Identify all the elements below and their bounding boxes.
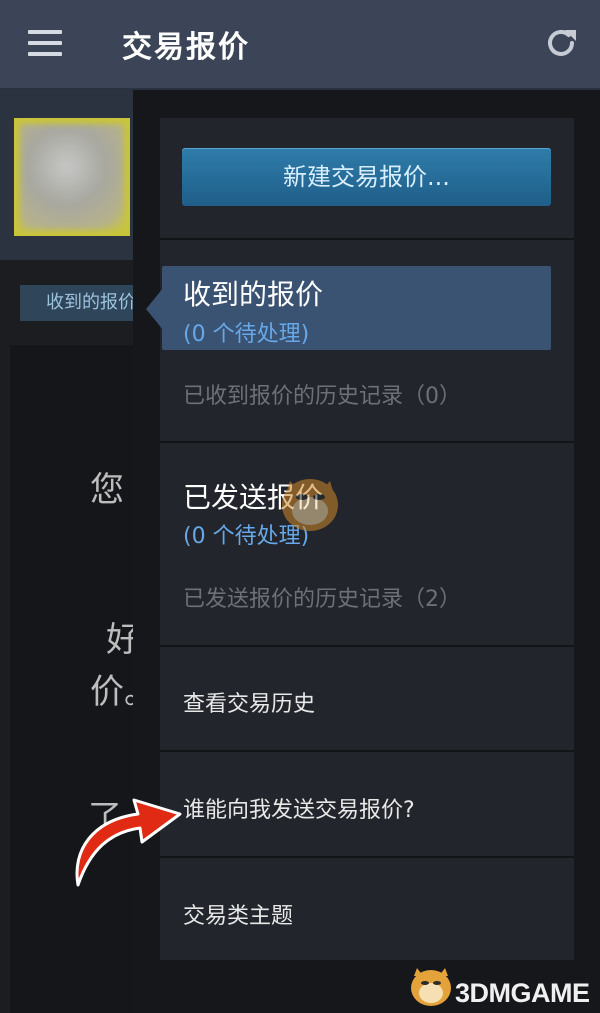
received-offers-title: 收到的报价 [183,278,324,311]
background-text: 您 [90,470,124,510]
watermark-text: 3DMGAME [455,978,590,1008]
who-can-send-offers-link[interactable]: 谁能向我发送交易报价? [183,792,415,824]
app-header: 交易报价 [0,0,600,90]
watermark-mascot-icon [282,479,338,531]
received-history-link[interactable]: 已收到报价的历史记录（0） [183,378,461,410]
trade-topics-link[interactable]: 交易类主题 [183,898,293,930]
divider [160,441,574,443]
received-pending-count: (0 个待处理) [183,322,310,347]
divider [160,645,574,647]
divider [160,238,574,240]
view-trade-history-link[interactable]: 查看交易历史 [183,686,315,718]
refresh-icon[interactable] [542,24,580,62]
background-tab-received[interactable]: 收到的报价 [20,285,140,321]
divider [160,856,574,858]
avatar [14,118,130,236]
new-trade-offer-button[interactable]: 新建交易报价... [182,148,551,206]
annotation-arrow-icon [75,798,182,887]
divider [160,750,574,752]
sent-history-link[interactable]: 已发送报价的历史记录（2） [183,581,461,613]
page-title: 交易报价 [122,30,250,65]
hamburger-menu-icon[interactable] [28,30,62,56]
